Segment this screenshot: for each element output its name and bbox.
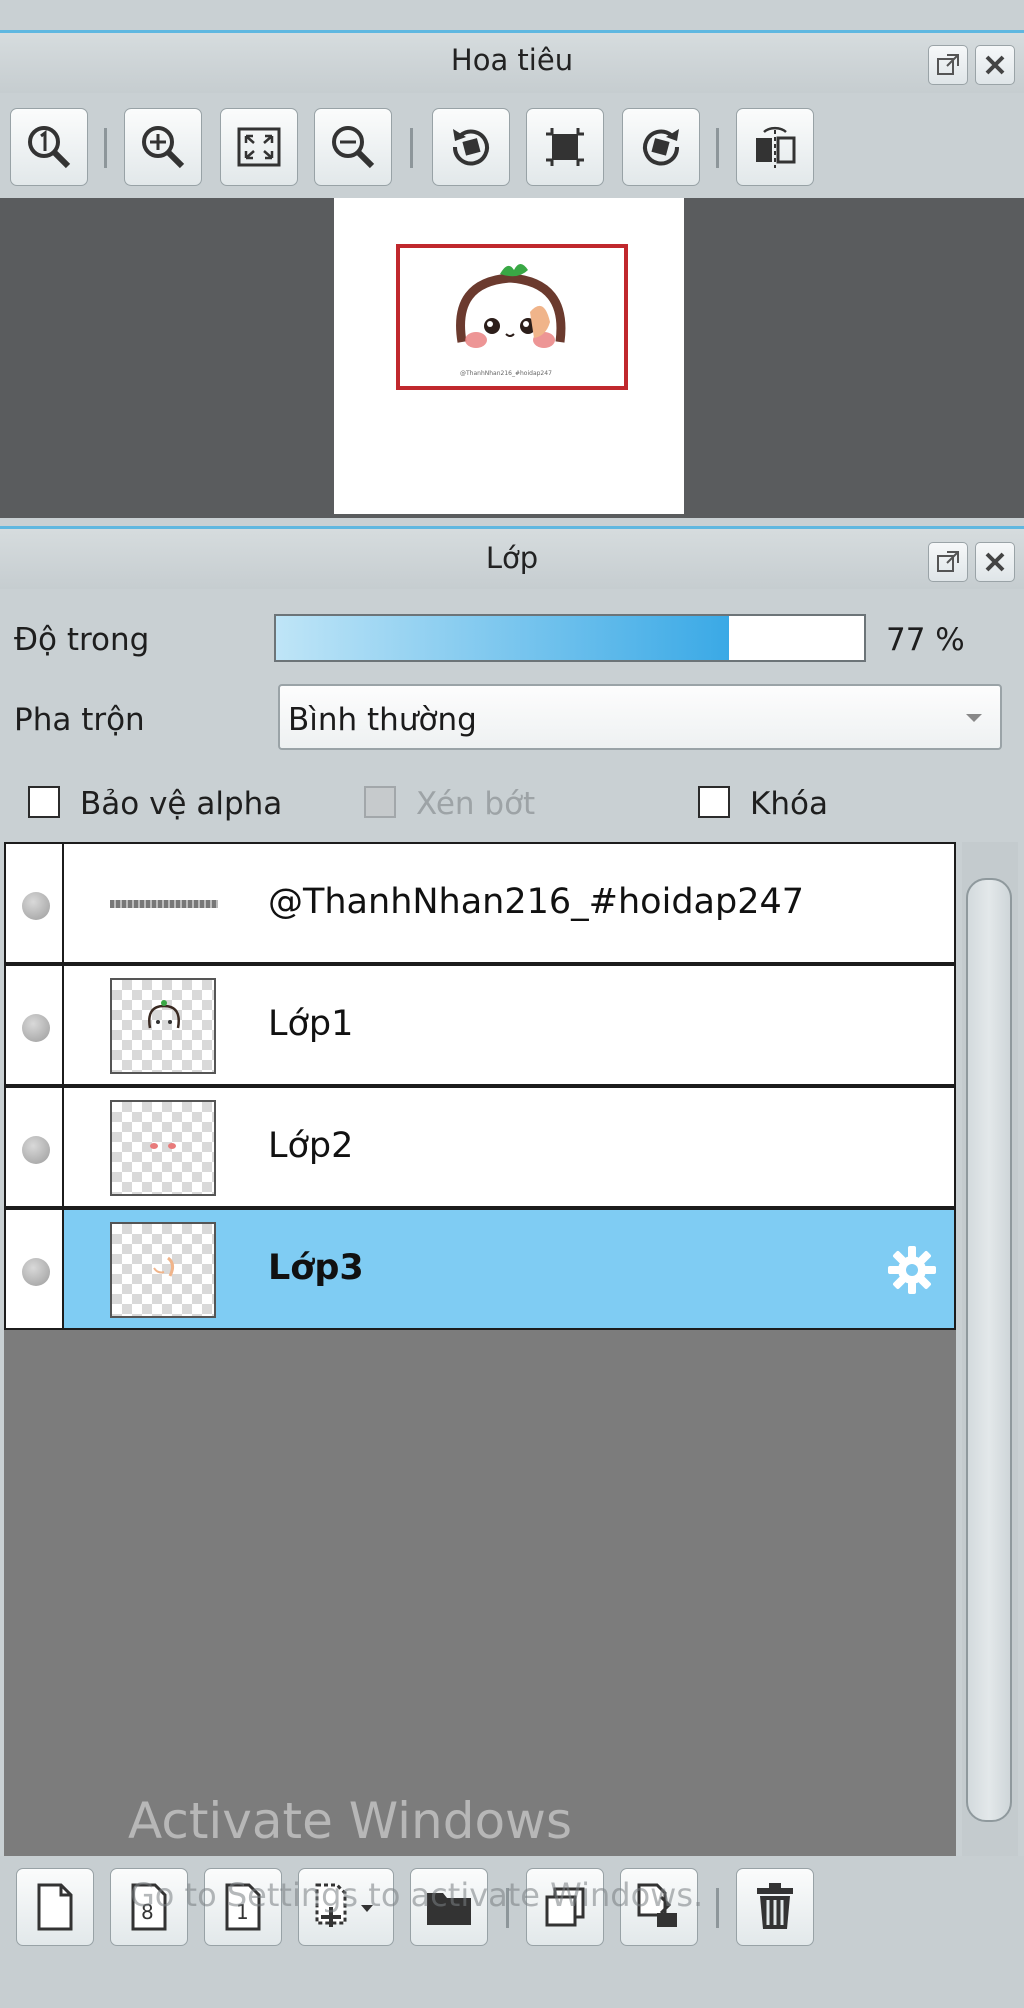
new-page-icon (37, 1883, 73, 1931)
chevron-down-icon (966, 714, 982, 722)
layer-name: Lớp2 (268, 1126, 354, 1166)
opacity-label: Độ trong (14, 622, 150, 658)
layer-list-scrollbar[interactable] (962, 842, 1018, 1856)
trash-icon (757, 1883, 793, 1929)
zoom-100-icon (28, 126, 71, 169)
zoom-out-button[interactable] (314, 108, 392, 186)
layer-visibility-toggle[interactable] (4, 1208, 64, 1330)
lock-checkbox[interactable] (698, 786, 730, 818)
gear-icon[interactable] (886, 1244, 938, 1296)
protect-alpha-checkbox[interactable] (28, 786, 60, 818)
layer-visibility-toggle[interactable] (4, 1086, 64, 1208)
layer-row-lop1[interactable]: Lớp1 (4, 964, 956, 1086)
layer-name: Lớp3 (268, 1248, 364, 1288)
fit-screen-icon (237, 127, 281, 167)
layer-visibility-toggle[interactable] (4, 842, 64, 964)
zoom-in-button[interactable] (124, 108, 202, 186)
close-icon (985, 552, 1005, 572)
layers-float-button[interactable] (928, 542, 968, 582)
rotate-right-icon (643, 129, 680, 166)
close-icon (985, 55, 1005, 75)
blend-mode-value: Bình thường (288, 702, 477, 738)
clipping-checkbox (364, 786, 396, 818)
visibility-dot-icon (22, 1258, 50, 1286)
rotate-left-icon (452, 129, 489, 166)
zoom-in-icon (142, 126, 185, 169)
layer-row-lop2[interactable]: Lớp2 (4, 1086, 956, 1208)
crop-fit-icon (546, 128, 584, 166)
rotate-left-button[interactable] (432, 108, 510, 186)
new-layer-button[interactable] (16, 1868, 94, 1946)
blend-mode-select[interactable]: Bình thường (278, 684, 1002, 750)
layer-list[interactable]: @ThanhNhan216_#hoidap247 Lớp1 Lớp2 Lớp3 (4, 842, 956, 1856)
layer-thumbnail (110, 1222, 216, 1318)
navigator-header: Hoa tiêu (0, 30, 1024, 93)
navigator-float-button[interactable] (928, 45, 968, 85)
visibility-dot-icon (22, 892, 50, 920)
popout-icon (937, 551, 959, 572)
popout-icon (937, 54, 959, 75)
navigator-close-button[interactable] (975, 45, 1015, 85)
layers-close-button[interactable] (975, 542, 1015, 582)
zoom-out-icon (332, 126, 375, 169)
visibility-dot-icon (22, 1014, 50, 1042)
zoom-100-button[interactable] (10, 108, 88, 186)
layer-row-body[interactable]: Lớp2 (64, 1086, 956, 1208)
fit-screen-button[interactable] (220, 108, 298, 186)
activate-windows-subtitle: Go to Settings to activate Windows. (130, 1876, 704, 1914)
navigator-title: Hoa tiêu (450, 43, 574, 77)
layer-thumbnail (110, 1100, 216, 1196)
clipping-label: Xén bớt (416, 786, 536, 822)
delete-layer-button[interactable] (736, 1868, 814, 1946)
visibility-dot-icon (22, 1136, 50, 1164)
layer-visibility-toggle[interactable] (4, 964, 64, 1086)
toolbar-separator (410, 128, 413, 168)
activate-windows-title: Activate Windows (128, 1792, 572, 1850)
flip-icon (756, 126, 796, 168)
toolbar-separator (716, 1888, 719, 1928)
layer-name: @ThanhNhan216_#hoidap247 (268, 882, 805, 922)
sticker-character-image (456, 264, 566, 355)
layer-text-thumbnail (110, 900, 218, 908)
scrollbar-thumb[interactable] (966, 878, 1012, 1822)
layer-row-watermark-text[interactable]: @ThanhNhan216_#hoidap247 (4, 842, 956, 964)
layer-row-body[interactable]: Lớp3 (64, 1208, 956, 1330)
rotate-right-button[interactable] (622, 108, 700, 186)
layers-header: Lớp (0, 526, 1024, 589)
lock-label: Khóa (750, 786, 828, 822)
opacity-value: 77 % (886, 622, 965, 658)
layer-thumbnail (110, 978, 216, 1074)
toolbar-separator (716, 128, 719, 168)
opacity-slider[interactable] (274, 614, 866, 662)
layer-row-body[interactable]: @ThanhNhan216_#hoidap247 (64, 842, 956, 964)
flip-button[interactable] (736, 108, 814, 186)
layer-row-body[interactable]: Lớp1 (64, 964, 956, 1086)
crop-fit-button[interactable] (526, 108, 604, 186)
layer-name: Lớp1 (268, 1004, 354, 1044)
protect-alpha-label: Bảo vệ alpha (80, 786, 283, 822)
layer-row-lop3[interactable]: Lớp3 (4, 1208, 956, 1330)
layers-title: Lớp (485, 541, 539, 575)
canvas-preview: @ThanhNhan216_#hoidap247 (334, 198, 684, 514)
navigator-preview-area[interactable]: @ThanhNhan216_#hoidap247 (0, 198, 1024, 518)
preview-caption: @ThanhNhan216_#hoidap247 (460, 370, 552, 377)
toolbar-separator (104, 128, 107, 168)
view-frame[interactable]: @ThanhNhan216_#hoidap247 (396, 244, 628, 390)
opacity-slider-fill (276, 616, 729, 660)
blend-label: Pha trộn (14, 702, 145, 738)
